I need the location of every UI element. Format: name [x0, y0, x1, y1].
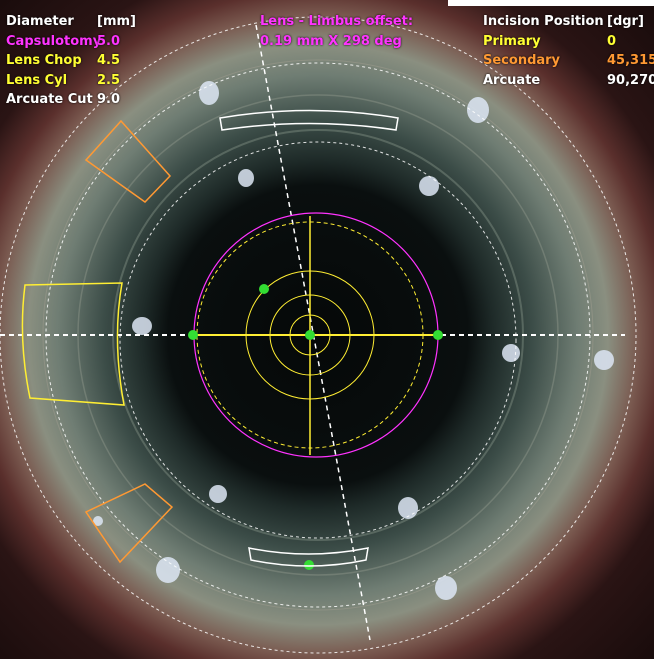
incision-header-label: Incision Position	[483, 14, 604, 29]
reference-dots	[188, 284, 443, 570]
reference-dot-left	[188, 330, 198, 340]
lens-cyl-label: Lens Cyl	[6, 72, 68, 88]
arcuate-mark-top	[219, 109, 399, 131]
reference-dot-upper-left	[259, 284, 269, 294]
reference-dot-bottom	[304, 560, 314, 570]
secondary-label: Secondary	[483, 53, 561, 68]
lens-cyl-mark-left	[21, 282, 125, 406]
lens-limbus-offset-value: 0.19 mm X 298 deg	[260, 33, 402, 49]
lens-limbus-offset-panel: Lens - Limbus offset: 0.19 mm X 298 deg	[260, 12, 413, 51]
diameter-panel: Diameter [mm] Capsulotomy 5.0 Lens Chop …	[6, 12, 136, 110]
incision-header-unit: [dgr]	[607, 14, 644, 29]
secondary-value: 45,315	[607, 53, 654, 68]
arcuate-label: Arcuate	[483, 72, 541, 88]
lens-limbus-offset-title: Lens - Limbus offset:	[260, 14, 414, 29]
incision-position-panel: Incision Position [dgr] Primary 0 Second…	[483, 12, 654, 90]
diameter-header-unit: [mm]	[97, 14, 136, 29]
top-status-bar	[448, 0, 654, 6]
reference-dot-right	[433, 330, 443, 340]
primary-value: 0	[607, 33, 617, 49]
arcuate-cut-label: Arcuate Cut	[6, 92, 93, 107]
lens-cyl-value: 2.5	[97, 72, 121, 88]
limbus-inner-dashed-circle	[119, 141, 517, 539]
lens-chop-value: 4.5	[97, 53, 121, 68]
eye-image-view: Diameter [mm] Capsulotomy 5.0 Lens Chop …	[0, 0, 654, 659]
diameter-header-label: Diameter	[6, 14, 74, 29]
primary-label: Primary	[483, 33, 541, 49]
incision-mark-upper-left	[84, 119, 172, 203]
lens-chop-label: Lens Chop	[6, 53, 82, 68]
capsulotomy-value: 5.0	[97, 33, 121, 49]
specular-reflections	[93, 81, 614, 600]
capsulotomy-label: Capsulotomy	[6, 33, 102, 49]
reference-dot-center	[305, 330, 315, 340]
arcuate-value: 90,270	[607, 72, 654, 88]
arcuate-cut-value: 9.0	[97, 92, 121, 107]
